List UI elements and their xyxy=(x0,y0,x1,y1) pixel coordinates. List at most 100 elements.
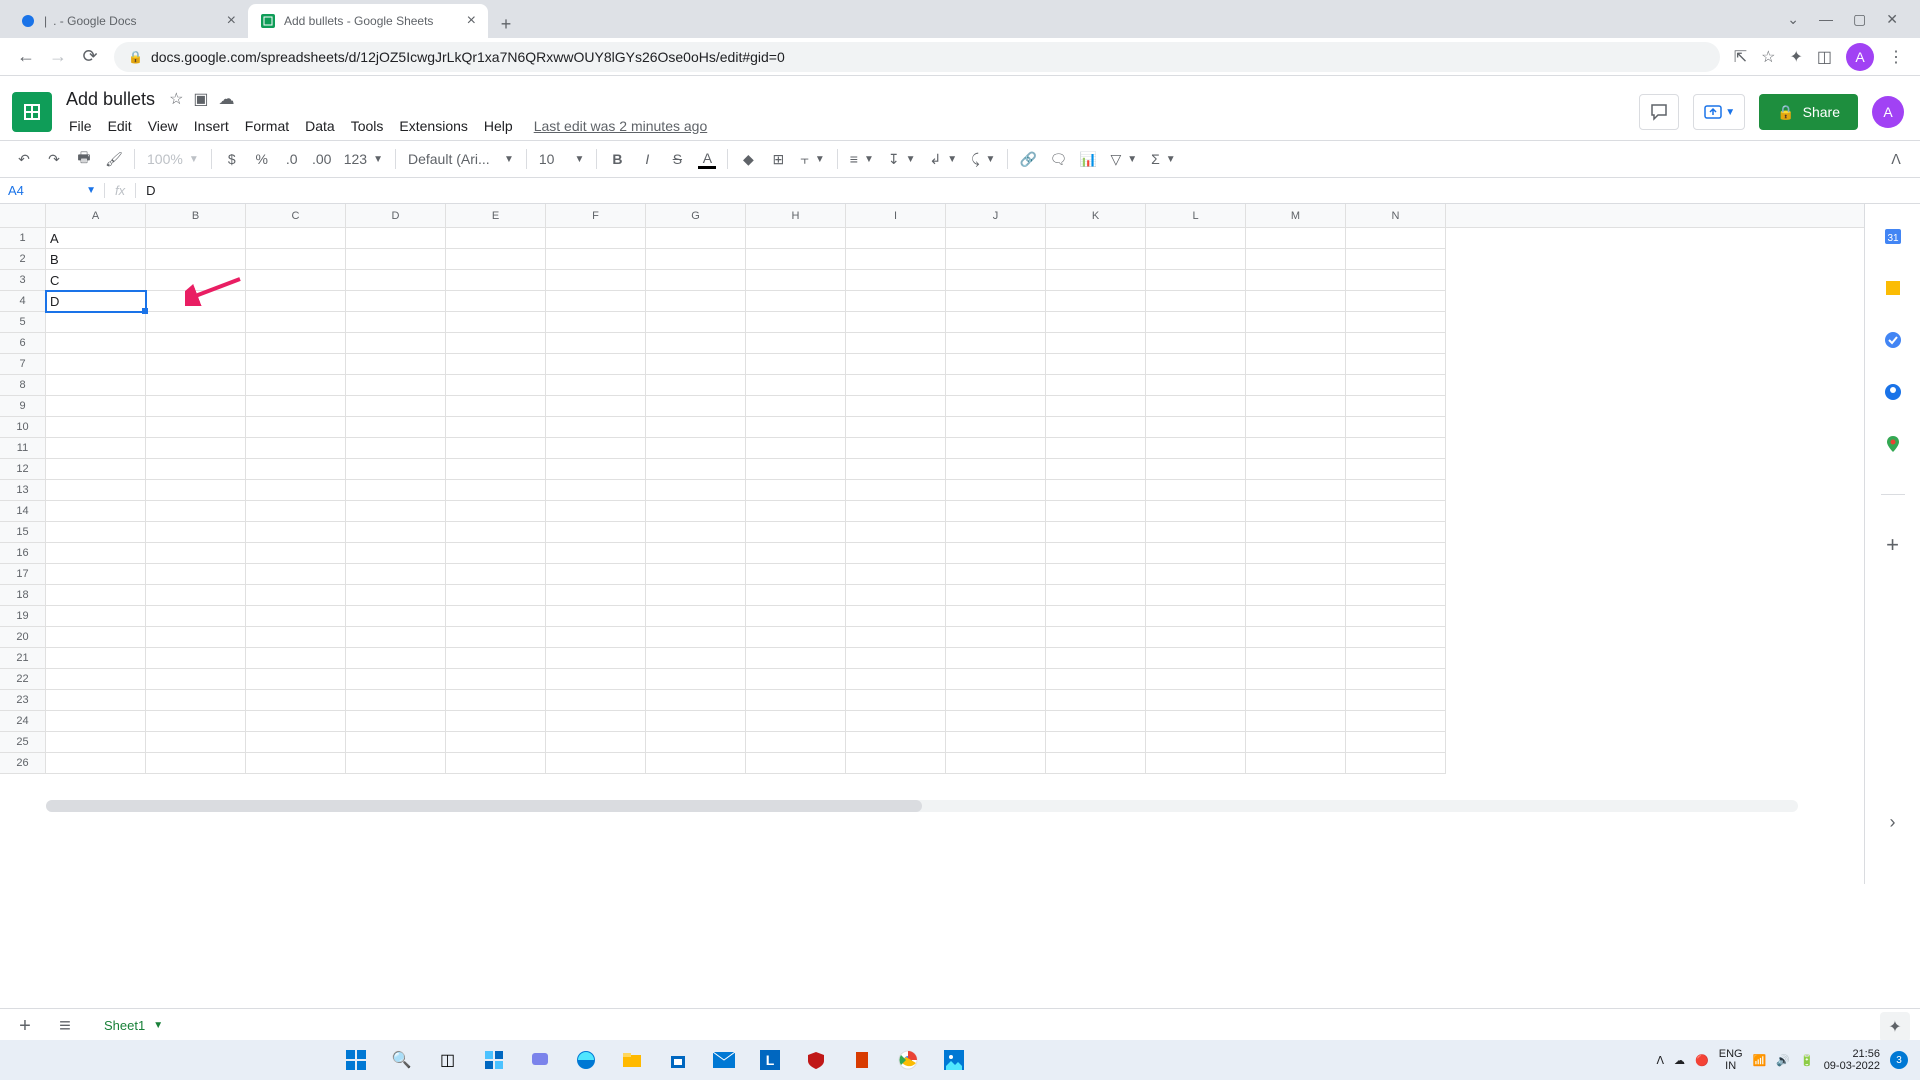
cell[interactable] xyxy=(346,333,446,354)
calendar-icon[interactable]: 31 xyxy=(1881,224,1905,248)
clock[interactable]: 21:56 09-03-2022 xyxy=(1824,1048,1880,1072)
cell[interactable] xyxy=(1346,732,1446,753)
cell[interactable] xyxy=(646,459,746,480)
cell[interactable] xyxy=(1246,312,1346,333)
column-header[interactable]: B xyxy=(146,204,246,227)
cell[interactable] xyxy=(746,732,846,753)
cell[interactable] xyxy=(146,333,246,354)
explorer-icon[interactable] xyxy=(612,1044,652,1076)
cell[interactable] xyxy=(1046,333,1146,354)
cell[interactable] xyxy=(646,312,746,333)
document-title[interactable]: Add bullets xyxy=(62,87,159,112)
cell[interactable] xyxy=(946,438,1046,459)
merge-button[interactable]: ⫟▼ xyxy=(794,151,830,168)
cell[interactable] xyxy=(146,732,246,753)
cell[interactable] xyxy=(46,606,146,627)
row-header[interactable]: 19 xyxy=(0,606,46,627)
cell[interactable] xyxy=(1146,627,1246,648)
cell[interactable] xyxy=(1246,585,1346,606)
cell[interactable] xyxy=(846,690,946,711)
cell[interactable] xyxy=(446,711,546,732)
cell[interactable] xyxy=(746,564,846,585)
cell[interactable] xyxy=(946,669,1046,690)
cell[interactable] xyxy=(146,690,246,711)
cell[interactable] xyxy=(746,438,846,459)
cell[interactable] xyxy=(1046,711,1146,732)
last-edit-link[interactable]: Last edit was 2 minutes ago xyxy=(534,118,708,134)
cell[interactable] xyxy=(1346,711,1446,732)
forward-button[interactable]: → xyxy=(42,41,74,73)
cell[interactable] xyxy=(246,669,346,690)
cell[interactable] xyxy=(246,585,346,606)
cell[interactable] xyxy=(1046,522,1146,543)
cell[interactable] xyxy=(1146,564,1246,585)
photos-icon[interactable] xyxy=(934,1044,974,1076)
cell[interactable] xyxy=(446,249,546,270)
row-header[interactable]: 26 xyxy=(0,753,46,774)
cell[interactable] xyxy=(846,291,946,312)
print-button[interactable]: 🖶 xyxy=(70,145,98,173)
cell[interactable] xyxy=(346,711,446,732)
cell[interactable] xyxy=(1346,438,1446,459)
move-icon[interactable]: ▣ xyxy=(193,89,208,109)
cell[interactable] xyxy=(646,291,746,312)
cell[interactable] xyxy=(946,480,1046,501)
cell[interactable] xyxy=(46,354,146,375)
cell[interactable] xyxy=(946,543,1046,564)
cell[interactable] xyxy=(346,627,446,648)
cell[interactable] xyxy=(146,417,246,438)
cell[interactable] xyxy=(846,711,946,732)
cell[interactable] xyxy=(946,606,1046,627)
profile-avatar[interactable]: A xyxy=(1846,43,1874,71)
cell[interactable] xyxy=(546,354,646,375)
cell[interactable] xyxy=(46,627,146,648)
cell[interactable] xyxy=(46,753,146,774)
cell[interactable] xyxy=(646,585,746,606)
row-header[interactable]: 24 xyxy=(0,711,46,732)
currency-button[interactable]: $ xyxy=(218,145,246,173)
increase-decimal-button[interactable]: .00 xyxy=(308,145,336,173)
cell[interactable] xyxy=(846,459,946,480)
cell[interactable] xyxy=(1046,438,1146,459)
cell[interactable] xyxy=(1146,648,1246,669)
cell[interactable]: B xyxy=(46,249,146,270)
cell[interactable] xyxy=(1346,690,1446,711)
cell[interactable] xyxy=(1046,228,1146,249)
cell[interactable] xyxy=(46,459,146,480)
cell[interactable] xyxy=(1046,585,1146,606)
cell[interactable] xyxy=(946,312,1046,333)
column-header[interactable]: K xyxy=(1046,204,1146,227)
cell[interactable] xyxy=(746,501,846,522)
start-button[interactable] xyxy=(336,1044,376,1076)
tasks-icon[interactable] xyxy=(1881,328,1905,352)
cell[interactable] xyxy=(46,312,146,333)
cell[interactable] xyxy=(846,312,946,333)
volume-icon[interactable]: 🔊 xyxy=(1776,1054,1790,1067)
cell[interactable] xyxy=(1146,333,1246,354)
cell[interactable] xyxy=(646,522,746,543)
cell[interactable] xyxy=(1046,606,1146,627)
cell[interactable] xyxy=(446,480,546,501)
add-sheet-button[interactable]: + xyxy=(10,1012,40,1042)
cell[interactable] xyxy=(346,669,446,690)
menu-data[interactable]: Data xyxy=(298,114,342,138)
task-view-icon[interactable]: ◫ xyxy=(428,1044,468,1076)
cell[interactable] xyxy=(446,669,546,690)
cell[interactable] xyxy=(1146,753,1246,774)
browser-tab-sheets[interactable]: Add bullets - Google Sheets × xyxy=(248,4,488,38)
cell[interactable] xyxy=(546,627,646,648)
cell[interactable] xyxy=(446,627,546,648)
notification-badge[interactable]: 3 xyxy=(1890,1051,1908,1069)
cell[interactable] xyxy=(646,480,746,501)
font-select[interactable]: Default (Ari...▼ xyxy=(402,151,520,167)
cell[interactable] xyxy=(1046,564,1146,585)
cell[interactable] xyxy=(946,270,1046,291)
cell[interactable] xyxy=(846,627,946,648)
cell[interactable] xyxy=(1046,396,1146,417)
cell[interactable] xyxy=(1146,606,1246,627)
fill-color-button[interactable]: ◆ xyxy=(734,145,762,173)
cell[interactable] xyxy=(546,648,646,669)
row-header[interactable]: 21 xyxy=(0,648,46,669)
cell[interactable] xyxy=(846,669,946,690)
cell[interactable] xyxy=(46,522,146,543)
